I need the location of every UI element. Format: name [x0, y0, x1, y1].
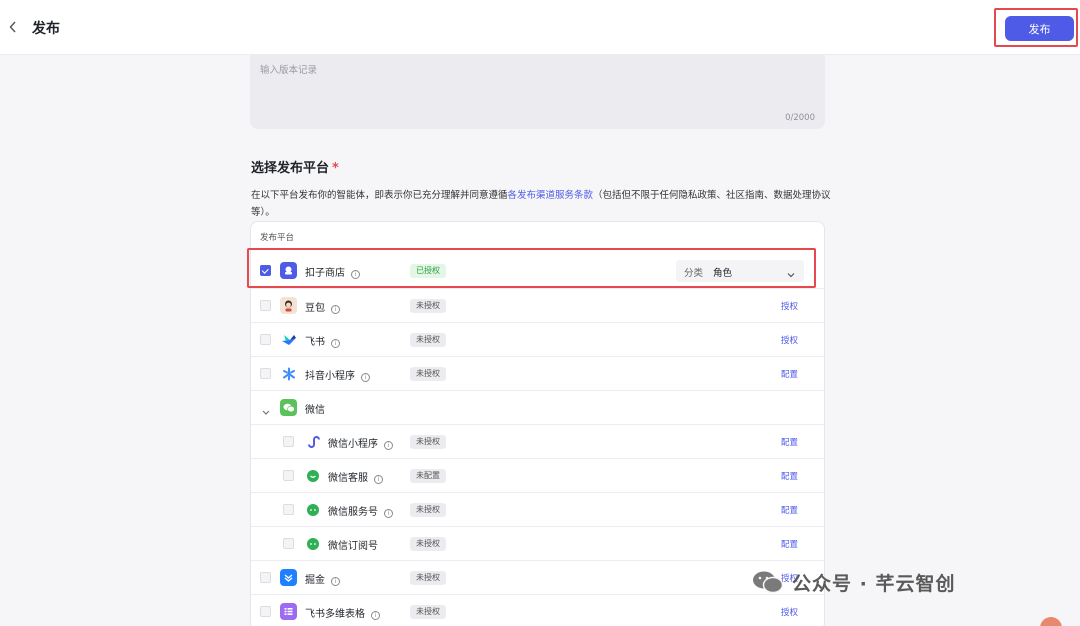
version-record-placeholder: 输入版本记录 — [260, 65, 318, 76]
section-title: 选择发布平台 * — [251, 157, 339, 176]
platform-row-doubao: 豆包 i 未授权 授权 — [251, 289, 824, 323]
status-badge: 未授权 — [410, 605, 446, 619]
wechat-service-icon — [304, 467, 321, 484]
checkbox-wechat-service[interactable] — [283, 470, 294, 481]
char-counter: 0/2000 — [785, 113, 815, 123]
info-icon[interactable]: i — [331, 577, 340, 586]
corner-avatar[interactable] — [1040, 617, 1062, 626]
configure-link[interactable]: 配置 — [781, 504, 798, 516]
configure-link[interactable]: 配置 — [781, 470, 798, 482]
checkbox-wechat-miniapp[interactable] — [283, 436, 294, 447]
terms-link[interactable]: 各发布渠道服务条款 — [508, 190, 594, 201]
section-title-text: 选择发布平台 — [251, 161, 330, 176]
status-badge: 未授权 — [410, 503, 446, 517]
status-badge: 未授权 — [410, 299, 446, 313]
doubao-icon — [280, 297, 297, 314]
douyin-miniapp-icon — [280, 365, 297, 382]
platform-name: 抖音小程序 i — [305, 367, 370, 382]
info-icon[interactable]: i — [371, 611, 380, 620]
juejin-icon — [280, 569, 297, 586]
status-badge: 未授权 — [410, 571, 446, 585]
platform-name: 飞书多维表格 i — [305, 605, 380, 620]
status-badge: 未授权 — [410, 367, 446, 381]
checkbox-feishu-bitable[interactable] — [260, 606, 271, 617]
status-badge: 未配置 — [410, 469, 446, 483]
checkbox-doubao[interactable] — [260, 300, 271, 311]
platform-row-wechat-miniapp: 微信小程序 i 未授权 配置 — [251, 425, 824, 459]
wechat-official-icon — [304, 501, 321, 518]
authorize-link[interactable]: 授权 — [781, 606, 798, 618]
info-icon[interactable]: i — [331, 339, 340, 348]
coze-store-row-highlight — [247, 248, 816, 288]
chevron-down-icon[interactable] — [261, 403, 271, 415]
wechat-subscription-icon — [304, 535, 321, 552]
configure-link[interactable]: 配置 — [781, 538, 798, 550]
info-icon[interactable]: i — [374, 475, 383, 484]
checkbox-juejin[interactable] — [260, 572, 271, 583]
platform-name: 微信服务号 i — [328, 503, 393, 518]
configure-link[interactable]: 配置 — [781, 436, 798, 448]
status-badge: 未授权 — [410, 333, 446, 347]
checkbox-wechat-subscription[interactable] — [283, 538, 294, 549]
page-title: 发布 — [32, 21, 60, 37]
platform-row-juejin: 掘金 i 未授权 授权 — [251, 561, 824, 595]
authorize-link[interactable]: 授权 — [781, 300, 798, 312]
card-header: 发布平台 — [260, 233, 295, 243]
status-badge: 未授权 — [410, 435, 446, 449]
platform-name: 飞书 i — [305, 333, 340, 348]
platform-row-douyin-miniapp: 抖音小程序 i 未授权 配置 — [251, 357, 824, 391]
platform-row-feishu: 飞书 i 未授权 授权 — [251, 323, 824, 357]
platform-name: 掘金 i — [305, 571, 340, 586]
feishu-bitable-icon — [280, 603, 297, 620]
watermark: 公众号 · 芊云智创 — [752, 567, 955, 597]
authorize-link[interactable]: 授权 — [781, 334, 798, 346]
back-chevron-icon[interactable] — [6, 17, 20, 37]
feishu-icon — [280, 331, 297, 348]
checkbox-wechat-official[interactable] — [283, 504, 294, 515]
wechat-miniapp-icon — [304, 433, 321, 450]
info-icon[interactable]: i — [384, 509, 393, 518]
checkbox-douyin-miniapp[interactable] — [260, 368, 271, 379]
desc-text-before: 在以下平台发布你的智能体，即表示你已充分理解并同意遵循 — [251, 190, 508, 201]
platform-row-wechat-subscription: 微信订阅号 未授权 配置 — [251, 527, 824, 561]
required-mark: * — [332, 161, 339, 176]
platform-name: 微信订阅号 — [328, 541, 378, 552]
info-icon[interactable]: i — [361, 373, 370, 382]
platform-name: 微信小程序 i — [328, 435, 393, 450]
version-record-input[interactable]: 输入版本记录 0/2000 — [250, 55, 825, 129]
info-icon[interactable]: i — [331, 305, 340, 314]
platform-row-wechat-service: 微信客服 i 未配置 配置 — [251, 459, 824, 493]
wechat-icon — [280, 399, 297, 416]
publish-terms-description: 在以下平台发布你的智能体，即表示你已充分理解并同意遵循各发布渠道服务条款（包括但… — [251, 187, 831, 221]
platform-row-feishu-bitable: 飞书多维表格 i 未授权 授权 — [251, 595, 824, 626]
platform-group-wechat[interactable]: 微信 — [251, 391, 824, 425]
publish-button[interactable]: 发布 — [1005, 16, 1074, 41]
top-bar: 发布 发布 — [0, 0, 1080, 55]
platform-group-name: 微信 — [305, 405, 325, 416]
platform-name: 豆包 i — [305, 299, 340, 314]
wechat-watermark-icon — [752, 570, 784, 594]
configure-link[interactable]: 配置 — [781, 368, 798, 380]
status-badge: 未授权 — [410, 537, 446, 551]
watermark-text: 公众号 · 芊云智创 — [792, 572, 956, 595]
platform-row-wechat-official: 微信服务号 i 未授权 配置 — [251, 493, 824, 527]
info-icon[interactable]: i — [384, 441, 393, 450]
platform-name: 微信客服 i — [328, 469, 383, 484]
checkbox-feishu[interactable] — [260, 334, 271, 345]
